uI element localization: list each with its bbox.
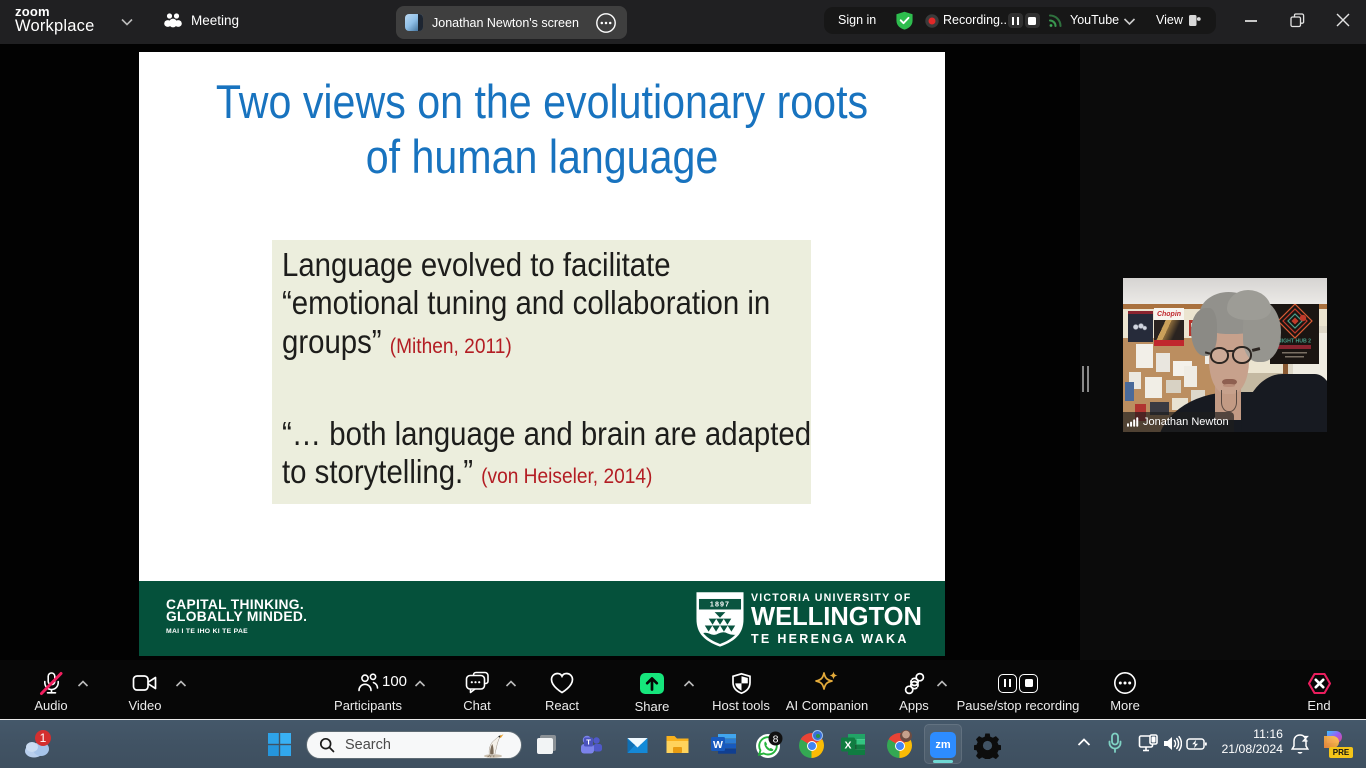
svg-text:NIGHT HUB 2: NIGHT HUB 2 xyxy=(1278,339,1311,345)
svg-text:1897: 1897 xyxy=(710,600,730,608)
